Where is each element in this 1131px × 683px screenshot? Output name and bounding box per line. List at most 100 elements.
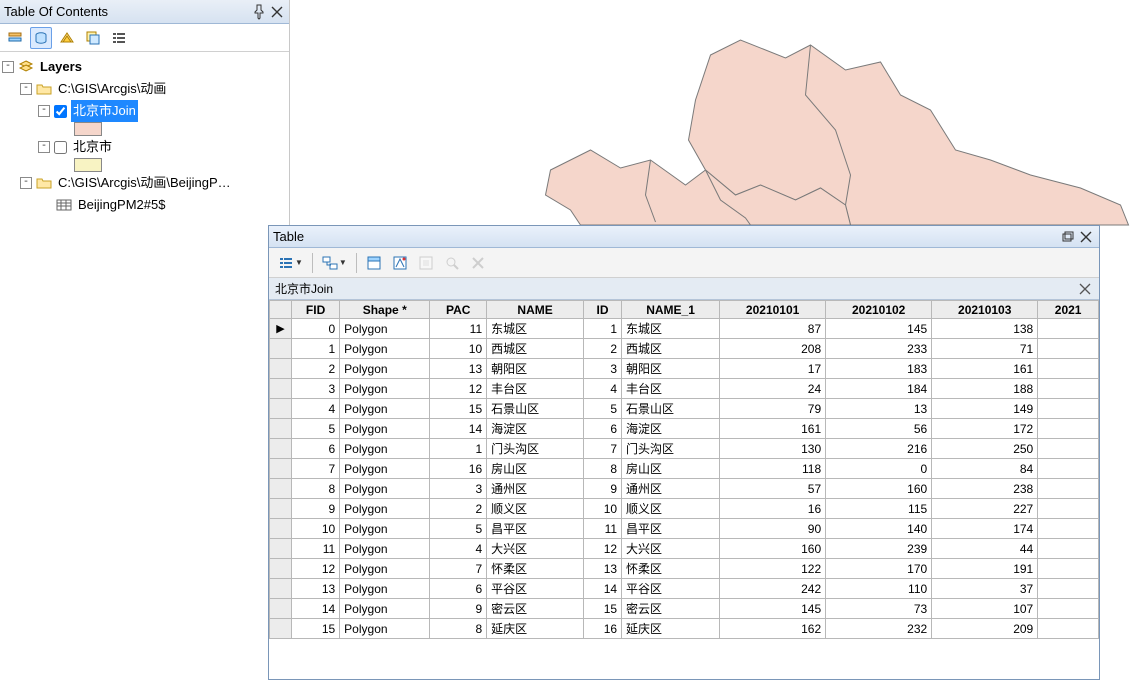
- row-selector[interactable]: [270, 559, 292, 579]
- cell[interactable]: 丰台区: [622, 379, 720, 399]
- cell[interactable]: Polygon: [340, 419, 430, 439]
- table-row[interactable]: 3Polygon12丰台区4丰台区24184188: [270, 379, 1099, 399]
- cell[interactable]: [1038, 599, 1099, 619]
- cell[interactable]: 140: [826, 519, 932, 539]
- cell[interactable]: [1038, 579, 1099, 599]
- cell[interactable]: 门头沟区: [622, 439, 720, 459]
- cell[interactable]: 130: [720, 439, 826, 459]
- cell[interactable]: 8: [292, 479, 340, 499]
- attribute-grid[interactable]: FIDShape *PACNAMEIDNAME_1202101012021010…: [269, 300, 1099, 679]
- cell[interactable]: Polygon: [340, 619, 430, 639]
- cell[interactable]: 15: [292, 619, 340, 639]
- cell[interactable]: [1038, 359, 1099, 379]
- cell[interactable]: 16: [584, 619, 622, 639]
- row-selector[interactable]: [270, 339, 292, 359]
- layer1-swatch[interactable]: [74, 122, 102, 136]
- close-icon[interactable]: [1077, 229, 1095, 245]
- layer2-symbol[interactable]: [2, 158, 287, 172]
- cell[interactable]: 延庆区: [622, 619, 720, 639]
- column-header[interactable]: NAME: [487, 301, 584, 319]
- cell[interactable]: 9: [584, 479, 622, 499]
- cell[interactable]: 216: [826, 439, 932, 459]
- cell[interactable]: 门头沟区: [487, 439, 584, 459]
- cell[interactable]: 0: [292, 319, 340, 339]
- cell[interactable]: 4: [584, 379, 622, 399]
- column-header[interactable]: 20210101: [720, 301, 826, 319]
- cell[interactable]: 怀柔区: [622, 559, 720, 579]
- cell[interactable]: 石景山区: [622, 399, 720, 419]
- cell[interactable]: 丰台区: [487, 379, 584, 399]
- table-row[interactable]: ▶0Polygon11东城区1东城区87145138: [270, 319, 1099, 339]
- cell[interactable]: 2: [292, 359, 340, 379]
- cell[interactable]: 7: [292, 459, 340, 479]
- cell[interactable]: 海淀区: [622, 419, 720, 439]
- cell[interactable]: 8: [430, 619, 487, 639]
- cell[interactable]: 房山区: [487, 459, 584, 479]
- cell[interactable]: [1038, 559, 1099, 579]
- cell[interactable]: 79: [720, 399, 826, 419]
- close-tab-icon[interactable]: [1077, 281, 1093, 297]
- table-row[interactable]: 4Polygon15石景山区5石景山区7913149: [270, 399, 1099, 419]
- cell[interactable]: 10: [584, 499, 622, 519]
- cell[interactable]: 平谷区: [487, 579, 584, 599]
- cell[interactable]: 160: [826, 479, 932, 499]
- table-row[interactable]: 9Polygon2顺义区10顺义区16115227: [270, 499, 1099, 519]
- tree-group1-label[interactable]: C:\GIS\Arcgis\动画: [56, 78, 168, 100]
- cell[interactable]: 188: [932, 379, 1038, 399]
- layer1-symbol[interactable]: [2, 122, 287, 136]
- cell[interactable]: Polygon: [340, 399, 430, 419]
- list-by-drawing-order-button[interactable]: [4, 27, 26, 49]
- cell[interactable]: 161: [720, 419, 826, 439]
- cell[interactable]: 17: [720, 359, 826, 379]
- cell[interactable]: 9: [430, 599, 487, 619]
- table-row[interactable]: 7Polygon16房山区8房山区118084: [270, 459, 1099, 479]
- cell[interactable]: Polygon: [340, 359, 430, 379]
- layer2-visibility-checkbox[interactable]: [54, 141, 67, 154]
- cell[interactable]: Polygon: [340, 539, 430, 559]
- cell[interactable]: [1038, 399, 1099, 419]
- row-selector[interactable]: [270, 419, 292, 439]
- cell[interactable]: 13: [584, 559, 622, 579]
- tree-group-2[interactable]: - C:\GIS\Arcgis\动画\BeijingP…: [2, 172, 287, 194]
- cell[interactable]: 24: [720, 379, 826, 399]
- column-header[interactable]: PAC: [430, 301, 487, 319]
- cell[interactable]: 10: [430, 339, 487, 359]
- cell[interactable]: 174: [932, 519, 1038, 539]
- cell[interactable]: 2: [584, 339, 622, 359]
- cell[interactable]: 209: [932, 619, 1038, 639]
- cell[interactable]: [1038, 479, 1099, 499]
- cell[interactable]: Polygon: [340, 499, 430, 519]
- cell[interactable]: Polygon: [340, 599, 430, 619]
- cell[interactable]: 191: [932, 559, 1038, 579]
- cell[interactable]: 184: [826, 379, 932, 399]
- cell[interactable]: 145: [720, 599, 826, 619]
- cell[interactable]: 东城区: [622, 319, 720, 339]
- column-header[interactable]: NAME_1: [622, 301, 720, 319]
- cell[interactable]: 44: [932, 539, 1038, 559]
- cell[interactable]: 238: [932, 479, 1038, 499]
- row-selector[interactable]: ▶: [270, 319, 292, 339]
- row-selector[interactable]: [270, 459, 292, 479]
- cell[interactable]: [1038, 499, 1099, 519]
- column-header[interactable]: FID: [292, 301, 340, 319]
- cell[interactable]: 8: [584, 459, 622, 479]
- cell[interactable]: 90: [720, 519, 826, 539]
- cell[interactable]: Polygon: [340, 439, 430, 459]
- row-selector[interactable]: [270, 519, 292, 539]
- cell[interactable]: 2: [430, 499, 487, 519]
- table-window-titlebar[interactable]: Table: [269, 226, 1099, 248]
- cell[interactable]: [1038, 319, 1099, 339]
- cell[interactable]: 12: [430, 379, 487, 399]
- cell[interactable]: 110: [826, 579, 932, 599]
- cell[interactable]: 14: [430, 419, 487, 439]
- tree-root-layers[interactable]: - Layers: [2, 56, 287, 78]
- cell[interactable]: 7: [584, 439, 622, 459]
- cell[interactable]: 227: [932, 499, 1038, 519]
- column-header[interactable]: 2021: [1038, 301, 1099, 319]
- cell[interactable]: 232: [826, 619, 932, 639]
- cell[interactable]: 138: [932, 319, 1038, 339]
- cell[interactable]: 5: [292, 419, 340, 439]
- cell[interactable]: 石景山区: [487, 399, 584, 419]
- column-header[interactable]: [270, 301, 292, 319]
- cell[interactable]: Polygon: [340, 559, 430, 579]
